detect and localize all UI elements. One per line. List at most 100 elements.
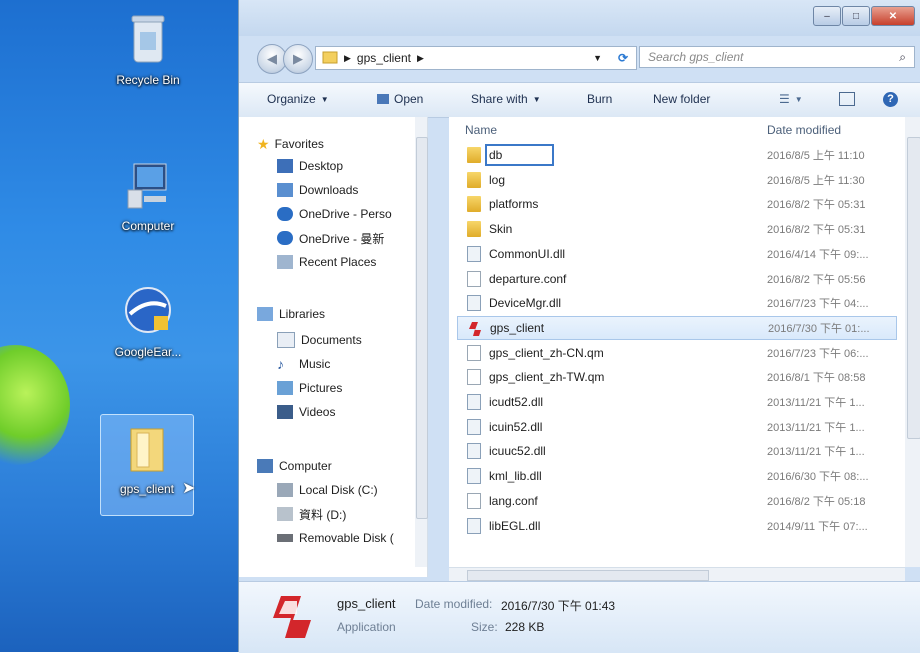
command-toolbar: Organize ▼ Open Share with ▼ Burn New fold… (239, 82, 920, 118)
search-input[interactable]: Search gps_client ⌕ (639, 46, 915, 68)
file-row[interactable]: departure.conf 2016/8/2 下午 05:56 (457, 267, 897, 291)
nav-item-label: Desktop (299, 159, 344, 173)
nav-item-music[interactable]: ♪ Music (277, 353, 330, 375)
nav-computer[interactable]: Computer (257, 455, 332, 477)
dll-file-icon (467, 517, 481, 534)
nav-item-onedrive-business[interactable]: OneDrive - 曼新 (277, 227, 384, 249)
scrollbar-thumb[interactable] (467, 570, 709, 581)
scrollbar-thumb[interactable] (416, 137, 428, 519)
nav-item-label: Local Disk (C:) (299, 483, 378, 497)
nav-item-local-disk[interactable]: Local Disk (C:) (277, 479, 378, 501)
file-row[interactable]: log 2016/8/5 上午 11:30 (457, 168, 897, 192)
help-button[interactable]: ? (883, 92, 898, 107)
file-row[interactable]: icuuc52.dll 2013/11/21 下午 1... (457, 439, 897, 463)
file-name: platforms (489, 197, 539, 212)
file-name: DeviceMgr.dll (489, 296, 562, 311)
nav-scrollbar[interactable] (415, 117, 428, 567)
google-earth-label: GoogleEar... (114, 345, 182, 359)
nav-item-label: 資料 (D:) (299, 507, 347, 522)
breadcrumb-gps-client[interactable]: gps_client (357, 51, 411, 65)
file-name: kml_lib.dll (489, 469, 542, 484)
file-row[interactable]: platforms 2016/8/2 下午 05:31 (457, 192, 897, 216)
file-name: Skin (489, 222, 513, 237)
refresh-icon[interactable]: ⟳ (618, 51, 628, 65)
dll-file-icon (467, 245, 481, 262)
computer-desktop-icon[interactable]: Computer (96, 160, 200, 233)
nav-item-onedrive-personal[interactable]: OneDrive - Perso (277, 203, 392, 225)
new-folder-button[interactable]: New folder (653, 92, 710, 106)
change-view-button[interactable]: ☰ ▼ (779, 92, 803, 106)
search-icon[interactable]: ⌕ (899, 50, 906, 65)
nav-computer-label: Computer (279, 459, 332, 473)
gps-client-folder-label: gps_client (119, 482, 175, 496)
onedrive-icon (277, 231, 293, 245)
maximize-button[interactable]: □ (842, 6, 870, 26)
burn-button[interactable]: Burn (587, 92, 612, 106)
column-header-name[interactable]: Name (465, 123, 497, 137)
nav-item-data-drive[interactable]: 資料 (D:) (277, 503, 346, 525)
file-row[interactable]: DeviceMgr.dll 2016/7/23 下午 04:... (457, 291, 897, 315)
preview-pane-icon (839, 92, 855, 106)
file-row[interactable]: Skin 2016/8/2 下午 05:31 (457, 217, 897, 241)
file-icon (467, 270, 481, 287)
scrollbar-thumb[interactable] (907, 137, 920, 439)
nav-item-pictures[interactable]: Pictures (277, 377, 342, 399)
minimize-button[interactable]: – (813, 6, 841, 26)
nav-item-label: Videos (299, 405, 336, 419)
nav-item-downloads[interactable]: Downloads (277, 179, 358, 201)
nav-item-label: Removable Disk ( (299, 531, 394, 545)
dropdown-arrow-icon: ▼ (320, 94, 329, 104)
address-bar[interactable]: ▶ gps_client ▶ ▼ ⟳ (315, 46, 637, 70)
file-row[interactable]: libEGL.dll 2014/9/11 下午 07:... (457, 514, 897, 538)
file-row[interactable]: icudt52.dll 2013/11/21 下午 1... (457, 390, 897, 414)
nav-favorites[interactable]: ★ Favorites (257, 133, 324, 155)
file-date-modified: 2016/7/23 下午 04:... (767, 298, 869, 311)
file-row[interactable]: gps_client_zh-TW.qm 2016/8/1 下午 08:58 (457, 365, 897, 389)
file-row[interactable]: icuin52.dll 2013/11/21 下午 1... (457, 415, 897, 439)
file-date-modified: 2014/9/11 下午 07:... (767, 520, 868, 533)
file-row[interactable]: gps_client_zh-CN.qm 2016/7/23 下午 06:... (457, 341, 897, 365)
address-dropdown-icon[interactable]: ▼ (593, 53, 602, 63)
nav-item-label: Music (299, 357, 331, 371)
file-row[interactable]: gps_client 2016/7/30 下午 01:... (457, 315, 897, 340)
window-titlebar[interactable]: – □ ✕ (239, 0, 920, 36)
open-button[interactable]: Open (377, 92, 423, 106)
organize-button[interactable]: Organize ▼ (267, 92, 329, 106)
horizontal-scrollbar[interactable] (449, 567, 905, 582)
nav-item-label: Documents (301, 333, 362, 347)
file-date-modified: 2016/8/5 上午 11:30 (767, 174, 865, 187)
file-date-modified: 2016/4/14 下午 09:... (767, 248, 869, 261)
folder-icon (467, 196, 481, 213)
downloads-icon (277, 183, 293, 197)
nav-item-recent-places[interactable]: Recent Places (277, 251, 376, 273)
forward-button[interactable]: ▶ (283, 44, 313, 74)
view-list-icon: ☰ (779, 92, 790, 106)
file-row[interactable]: db 2016/8/5 上午 11:10 (457, 143, 897, 167)
nav-item-removable-disk[interactable]: Removable Disk ( (277, 527, 394, 549)
file-icon (467, 369, 481, 386)
close-button[interactable]: ✕ (871, 6, 915, 26)
nav-item-documents[interactable]: Documents (277, 329, 362, 351)
google-earth-desktop-icon[interactable]: GoogleEar... (96, 284, 200, 359)
recycle-bin-desktop-icon[interactable]: Recycle Bin (96, 12, 200, 87)
google-earth-icon (125, 287, 171, 333)
help-icon: ? (883, 92, 898, 107)
column-header-date-modified[interactable]: Date modified (767, 123, 841, 137)
preview-pane-button[interactable] (839, 92, 855, 106)
share-with-button[interactable]: Share with ▼ (471, 92, 541, 106)
nav-libraries[interactable]: Libraries (257, 303, 325, 325)
file-date-modified: 2016/7/23 下午 06:... (767, 347, 869, 360)
nav-item-videos[interactable]: Videos (277, 401, 335, 423)
nav-item-desktop[interactable]: Desktop (277, 155, 343, 177)
file-name: lang.conf (489, 493, 538, 508)
details-date-value: 2016/7/30 下午 01:43 (501, 599, 616, 613)
file-row[interactable]: kml_lib.dll 2016/6/30 下午 08:... (457, 464, 897, 488)
documents-icon (277, 332, 295, 348)
file-list-scrollbar[interactable] (905, 117, 920, 567)
file-name: icudt52.dll (489, 395, 544, 409)
file-row[interactable]: lang.conf 2016/8/2 下午 05:18 (457, 489, 897, 513)
file-row[interactable]: CommonUI.dll 2016/4/14 下午 09:... (457, 242, 897, 266)
dll-file-icon (467, 468, 481, 485)
gps-client-desktop-folder[interactable]: gps_client (100, 414, 194, 516)
file-name: departure.conf (489, 271, 567, 286)
